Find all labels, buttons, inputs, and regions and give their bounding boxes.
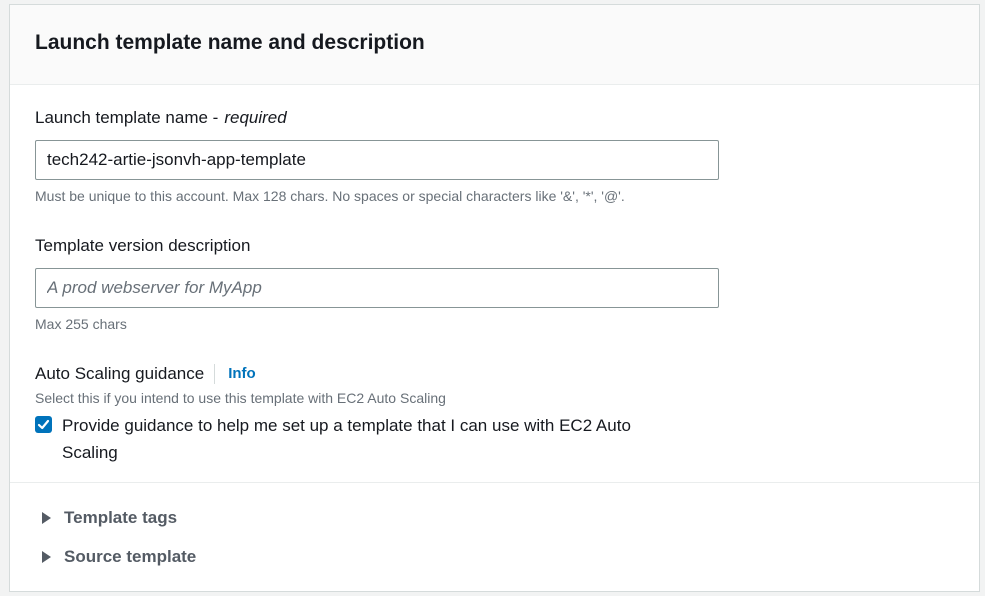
info-link[interactable]: Info [228,363,256,385]
auto-scaling-checkbox[interactable] [35,416,52,433]
template-tags-label: Template tags [64,507,178,527]
template-name-hint: Must be unique to this account. Max 128 … [35,188,625,204]
caret-right-icon [42,511,51,524]
template-description-label: Template version description [35,235,954,257]
caret-right-icon [42,550,51,563]
template-description-field: Template version description Max 255 cha… [35,235,954,333]
required-label: required [224,108,287,127]
template-description-label-text: Template version description [35,236,251,255]
template-tags-expander[interactable]: Template tags [10,498,979,537]
template-name-input[interactable] [35,140,719,180]
panel-header: Launch template name and description [10,5,979,85]
checkmark-icon [37,419,50,430]
template-description-hint: Max 255 chars [35,316,127,332]
auto-scaling-label: Auto Scaling guidance Info [35,363,954,385]
auto-scaling-field: Auto Scaling guidance Info Select this i… [35,363,954,466]
template-name-label-text: Launch template name - [35,108,219,127]
auto-scaling-label-text: Auto Scaling guidance [35,364,205,383]
source-template-expander[interactable]: Source template [10,537,979,576]
template-description-input[interactable] [35,268,719,308]
launch-template-panel: Launch template name and description Lau… [9,4,980,592]
expander-list: Template tags Source template [10,483,979,576]
template-name-label: Launch template name - required [35,107,954,129]
panel-title: Launch template name and description [35,31,425,54]
auto-scaling-hint: Select this if you intend to use this te… [35,390,446,406]
auto-scaling-checkbox-row: Provide guidance to help me set up a tem… [35,412,954,466]
info-divider [214,364,216,384]
source-template-label: Source template [64,546,197,566]
panel-body: Launch template name - required Must be … [10,85,979,483]
template-name-field: Launch template name - required Must be … [35,107,954,205]
auto-scaling-checkbox-label[interactable]: Provide guidance to help me set up a tem… [62,412,682,466]
